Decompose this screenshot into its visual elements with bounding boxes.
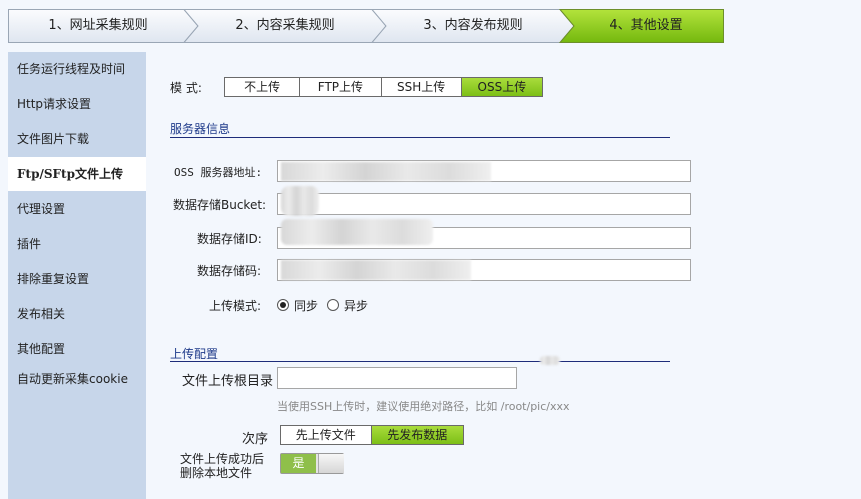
async-label[interactable]: 异步 — [344, 297, 368, 314]
sidebar-item-proxy[interactable]: 代理设置 — [8, 192, 146, 226]
order-option-upload-first[interactable]: 先上传文件 — [281, 426, 372, 444]
sidebar-item-http[interactable]: Http请求设置 — [8, 87, 146, 121]
root-dir-input[interactable] — [277, 367, 517, 389]
step-1-tab[interactable]: 1、网址采集规则 — [8, 9, 188, 43]
toggle-on-label: 是 — [281, 454, 316, 473]
delete-local-toggle[interactable]: 是 — [280, 453, 344, 474]
order-segmented-control: 先上传文件 先发布数据 — [280, 425, 464, 445]
redacted-value — [540, 356, 560, 365]
toggle-thumb — [318, 454, 344, 473]
sidebar-item-plugins[interactable]: 插件 — [8, 227, 146, 261]
mode-segmented-control: 不上传 FTP上传 SSH上传 OSS上传 — [224, 77, 543, 97]
upload-section-divider — [170, 361, 670, 362]
server-section-title: 服务器信息 — [170, 122, 231, 136]
sidebar-item-other[interactable]: 其他配置 — [8, 332, 146, 366]
delete-local-label-line2: 删除本地文件 — [180, 466, 253, 480]
step-3-tab[interactable]: 3、内容发布规则 — [380, 9, 566, 43]
sidebar-item-thread-time[interactable]: 任务运行线程及时间 — [8, 52, 146, 86]
sidebar: 任务运行线程及时间 Http请求设置 文件图片下载 Ftp/SFtp文件上传 代… — [8, 52, 148, 499]
storage-code-label: 数据存储码: — [197, 264, 262, 278]
step-bar: 1、网址采集规则 2、内容采集规则 3、内容发布规则 4、其他设置 — [8, 9, 724, 43]
mode-option-ssh[interactable]: SSH上传 — [381, 78, 462, 96]
root-dir-label: 文件上传根目录 — [182, 374, 274, 389]
sync-radio[interactable] — [277, 299, 289, 311]
redacted-value — [281, 186, 319, 216]
order-label: 次序 — [242, 432, 269, 447]
mode-option-oss[interactable]: OSS上传 — [461, 78, 543, 96]
mode-option-none[interactable]: 不上传 — [225, 78, 301, 96]
storage-id-label: 数据存储ID: — [197, 232, 262, 246]
sidebar-item-publish[interactable]: 发布相关 — [8, 297, 146, 331]
mode-label: 模 式: — [170, 81, 202, 95]
server-section-divider — [170, 137, 670, 138]
bucket-field[interactable] — [277, 193, 691, 215]
redacted-value — [281, 219, 433, 245]
sidebar-item-file-download[interactable]: 文件图片下载 — [8, 122, 146, 156]
async-radio[interactable] — [327, 299, 339, 311]
oss-address-label: OSS 服务器地址: — [174, 166, 263, 179]
sync-label[interactable]: 同步 — [294, 297, 318, 314]
order-option-publish-first[interactable]: 先发布数据 — [371, 426, 463, 444]
sidebar-item-cookie[interactable]: 自动更新采集cookie — [8, 362, 146, 396]
step-4-tab[interactable]: 4、其他设置 — [568, 9, 724, 43]
sidebar-item-dedupe[interactable]: 排除重复设置 — [8, 262, 146, 296]
step-2-tab[interactable]: 2、内容采集规则 — [192, 9, 378, 43]
mode-option-ftp[interactable]: FTP上传 — [300, 78, 382, 96]
ssh-path-hint: 当使用SSH上传时，建议使用绝对路径，比如 /root/pic/xxx — [277, 400, 570, 413]
upload-section-title: 上传配置 — [170, 347, 219, 361]
sidebar-item-ftp-upload[interactable]: Ftp/SFtp文件上传 — [8, 157, 148, 191]
redacted-value — [281, 260, 471, 280]
upload-mode-label: 上传模式: — [209, 299, 262, 313]
redacted-value — [281, 162, 491, 181]
bucket-label: 数据存储Bucket: — [173, 198, 267, 212]
